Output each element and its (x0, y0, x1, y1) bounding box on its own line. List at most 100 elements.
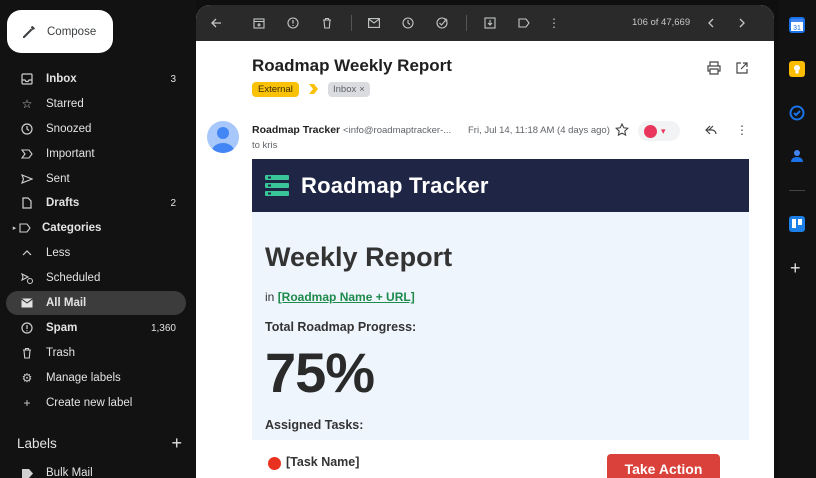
sidebar-item-bulk-mail[interactable]: Bulk Mail (6, 461, 186, 478)
get-addons-plus-icon[interactable]: + (790, 259, 801, 277)
side-panel-rail: 31 + (778, 0, 816, 478)
inbox-icon (20, 72, 34, 86)
trello-icon[interactable] (789, 216, 805, 232)
sidebar-item-label: Less (46, 247, 71, 259)
svg-text:31: 31 (793, 25, 801, 32)
move-to-icon[interactable] (482, 15, 498, 31)
left-nav: Compose Inbox 3 ☆ Starred Snoozed Import… (0, 0, 196, 478)
pagination-text: 106 of 47,669 (632, 17, 691, 28)
task-name: [Task Name] (286, 455, 360, 469)
external-badge: External (252, 82, 299, 97)
importance-marker-icon[interactable] (309, 84, 319, 94)
sidebar-item-spam[interactable]: Spam 1,360 (6, 316, 186, 340)
gmail-app: Compose Inbox 3 ☆ Starred Snoozed Import… (0, 0, 816, 478)
sidebar-item-sent[interactable]: Sent (6, 167, 186, 191)
add-label-plus-icon[interactable]: + (171, 434, 182, 452)
sidebar-item-label: Important (46, 148, 95, 160)
toolbar-divider (351, 15, 352, 31)
sidebar-item-snoozed[interactable]: Snoozed (6, 117, 186, 141)
sender-name[interactable]: Roadmap Tracker (252, 124, 340, 136)
clock-icon (20, 122, 34, 136)
email-brand-banner: Roadmap Tracker (252, 159, 749, 212)
remove-label-close-icon[interactable]: × (359, 84, 365, 95)
keep-icon[interactable] (789, 61, 805, 77)
message-toolbar: ⋮ 106 of 47,669 (196, 5, 774, 41)
labels-section-header: Labels + (17, 434, 182, 452)
sidebar-item-scheduled[interactable]: Scheduled (6, 266, 186, 290)
sidebar-item-less[interactable]: Less (6, 241, 186, 265)
sidebar-item-label: Starred (46, 98, 84, 110)
reply-icon[interactable] (704, 123, 718, 137)
sidebar-item-important[interactable]: Important (6, 142, 186, 166)
assigned-tasks-label: Assigned Tasks: (265, 418, 364, 432)
plus-icon: + (23, 396, 31, 410)
send-icon (20, 172, 34, 186)
brand-name: Roadmap Tracker (301, 172, 489, 198)
sidebar-item-starred[interactable]: ☆ Starred (6, 92, 186, 116)
sidebar-item-create-label[interactable]: + Create new label (6, 391, 186, 415)
snooze-clock-icon[interactable] (400, 15, 416, 31)
back-arrow-icon[interactable] (208, 15, 224, 31)
sidebar-item-inbox[interactable]: Inbox 3 (6, 67, 186, 91)
chevron-down-icon: ▾ (661, 125, 666, 136)
delete-icon[interactable] (319, 15, 335, 31)
all-mail-icon (20, 296, 34, 310)
sidebar-item-drafts[interactable]: Drafts 2 (6, 191, 186, 215)
sidebar-item-label: Bulk Mail (46, 467, 93, 478)
sidebar-item-manage-labels[interactable]: ⚙ Manage labels (6, 366, 186, 390)
progress-label: Total Roadmap Progress: (265, 320, 417, 334)
label-as-icon[interactable] (516, 15, 532, 31)
report-spam-icon[interactable] (285, 15, 301, 31)
unread-count: 3 (170, 73, 176, 85)
sidebar-item-all-mail[interactable]: All Mail (6, 291, 186, 315)
important-icon (20, 147, 34, 161)
sidebar-item-label: Snoozed (46, 123, 92, 135)
older-chevron-icon[interactable] (734, 15, 750, 31)
sidebar-item-label: Sent (46, 173, 70, 185)
contacts-icon[interactable] (789, 148, 805, 164)
label-icon: ▸ (10, 221, 34, 235)
compose-button[interactable]: Compose (7, 10, 113, 53)
scheduled-icon (20, 271, 34, 285)
roadmap-tracker-logo-icon (265, 174, 289, 196)
sidebar-item-label: Create new label (46, 397, 133, 409)
sender-avatar[interactable] (207, 121, 239, 153)
archive-icon[interactable] (251, 15, 267, 31)
star-icon[interactable] (615, 123, 629, 137)
sender-address: <info@roadmaptracker-... (343, 125, 452, 136)
more-vert-icon[interactable]: ⋮ (546, 15, 562, 31)
recipient-line[interactable]: to kris (252, 140, 277, 151)
toolbar-divider (466, 15, 467, 31)
inbox-chip-label: Inbox (333, 84, 357, 95)
sender-line: Roadmap Tracker <info@roadmaptracker-... (252, 124, 451, 136)
email-subject: Roadmap Weekly Report (252, 56, 452, 75)
draft-count: 2 (170, 197, 176, 209)
report-title: Weekly Report (265, 242, 453, 272)
sidebar-item-trash[interactable]: Trash (6, 341, 186, 365)
weekly-report-card: Weekly Report in [Roadmap Name + URL] To… (252, 212, 749, 440)
sidebar-item-categories[interactable]: ▸ Categories (6, 216, 186, 240)
tasks-icon[interactable] (789, 105, 805, 121)
emoji-reaction-button[interactable]: ▾ (638, 121, 680, 141)
roadmap-reference: in [Roadmap Name + URL] (265, 290, 415, 304)
sidebar-item-label: Inbox (46, 73, 77, 85)
reaction-icon (644, 124, 657, 138)
sidebar-item-label: Drafts (46, 197, 80, 209)
sidebar-item-label: Trash (46, 347, 75, 359)
message-panel: ⋮ 106 of 47,669 Roadmap Weekly Report Ex… (196, 5, 774, 478)
sidebar-item-label: Scheduled (46, 272, 101, 284)
roadmap-link[interactable]: [Roadmap Name + URL] (278, 290, 415, 304)
compose-label: Compose (47, 25, 97, 38)
open-new-window-icon[interactable] (735, 61, 749, 75)
calendar-icon[interactable]: 31 (789, 17, 805, 33)
star-icon: ☆ (21, 97, 33, 111)
label-tag-icon (20, 466, 34, 478)
chevron-up-icon (20, 246, 34, 260)
more-options-icon[interactable]: ⋮ (735, 123, 749, 137)
add-task-icon[interactable] (434, 15, 450, 31)
print-icon[interactable] (707, 61, 721, 75)
newer-chevron-icon[interactable] (703, 15, 719, 31)
take-action-button[interactable]: Take Action (607, 454, 720, 478)
mark-unread-icon[interactable] (366, 15, 382, 31)
sidebar-item-label: Spam (46, 322, 78, 334)
